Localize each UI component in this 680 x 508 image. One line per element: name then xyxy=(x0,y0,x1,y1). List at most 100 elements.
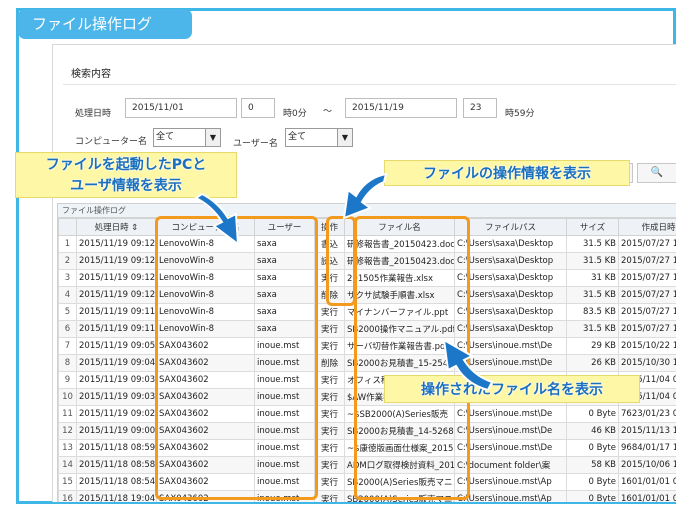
row-index: 6 xyxy=(58,320,77,338)
chevron-down-icon[interactable]: ▼ xyxy=(205,129,220,146)
cell-computer: SAX043602 xyxy=(156,371,255,389)
table-row[interactable]: 3 2015/11/19 09:12 LenovoWin-8 saxa 実行 201505… xyxy=(58,269,676,287)
cell-created: 2015/07/27 1 xyxy=(618,303,676,321)
table-row[interactable]: 4 2015/11/19 09:12 LenovoWin-8 saxa 削除 サクサ試験手… xyxy=(58,286,676,304)
start-hour-input[interactable]: 0 xyxy=(241,98,275,118)
cell-operation: 実行 xyxy=(314,422,345,440)
log-table: 処理日時 ⇕ コンピューター名 ユーザー 操作 ファイル名 ファイルパス サイズ… xyxy=(58,218,676,502)
cell-size: 31.5 KB xyxy=(566,252,619,270)
cell-computer: SAX043602 xyxy=(156,337,255,355)
table-row[interactable]: 15 2015/11/18 08:54 SAX043602 inoue.mst 実行 SB… xyxy=(58,473,676,491)
range-separator: ～ xyxy=(323,107,333,117)
table-row[interactable]: 16 2015/11/18 19:04 SAX043602 inoue.mst 実行 SB… xyxy=(58,490,676,502)
cell-filepath: C:\Users\inoue.mst\De xyxy=(454,405,567,423)
table-row[interactable]: 13 2015/11/18 08:59 SAX043602 inoue.mst 実行 ~$… xyxy=(58,439,676,457)
col-header-filepath[interactable]: ファイルパス xyxy=(454,218,567,236)
cell-created: 2015/10/22 1 xyxy=(618,337,676,355)
cell-created: 1601/01/01 0 xyxy=(618,490,676,502)
col-header-datetime[interactable]: 処理日時 ⇕ xyxy=(76,218,157,236)
cell-operation: 実行 xyxy=(314,371,345,389)
computer-select[interactable]: 全て ▼ xyxy=(153,128,221,147)
cell-datetime: 2015/11/19 09:12 xyxy=(76,252,157,270)
row-index: 1 xyxy=(58,235,77,253)
col-header-size[interactable]: サイズ xyxy=(566,218,619,236)
cell-filepath: C:\Users\inoue.mst\De xyxy=(454,439,567,457)
end-hour-input[interactable]: 23 xyxy=(463,98,497,118)
cell-computer: LenovoWin-8 xyxy=(156,286,255,304)
cell-filename: 研修報告書_20150423.doc xyxy=(344,235,455,253)
cell-size: 83.5 KB xyxy=(566,303,619,321)
cell-filename: ~$SB2000(A)Series販売 xyxy=(344,405,455,423)
user-select[interactable]: 全て ▼ xyxy=(285,128,353,147)
cell-user: saxa xyxy=(254,235,315,253)
cell-filepath: C:\Users\inoue.mst\Ap xyxy=(454,490,567,502)
cell-datetime: 2015/11/18 08:58 xyxy=(76,456,157,474)
start-date-input[interactable]: 2015/11/01 xyxy=(125,98,237,118)
cell-operation: 実行 xyxy=(314,388,345,406)
datetime-label: 処理日時 xyxy=(75,109,112,119)
cell-filename: サクサ試験手順書.xlsx xyxy=(344,286,455,304)
cell-computer: SAX043602 xyxy=(156,490,255,502)
cell-computer: LenovoWin-8 xyxy=(156,269,255,287)
cell-created: 2015/07/27 1 xyxy=(618,235,676,253)
row-index: 12 xyxy=(58,422,77,440)
row-index: 5 xyxy=(58,303,77,321)
cell-created: 9684/01/17 1 xyxy=(618,439,676,457)
cell-datetime: 2015/11/19 09:12 xyxy=(76,286,157,304)
cell-filepath: C:\Users\saxa\Desktop xyxy=(454,303,567,321)
cell-datetime: 2015/11/18 19:04 xyxy=(76,490,157,502)
search-icon: 🔍 xyxy=(650,167,664,178)
cell-user: inoue.mst xyxy=(254,422,315,440)
table-row[interactable]: 5 2015/11/19 09:11 LenovoWin-8 saxa 実行 マイナンバー… xyxy=(58,303,676,321)
cell-operation: 実行 xyxy=(314,439,345,457)
table-row[interactable]: 6 2015/11/19 09:11 LenovoWin-8 saxa 実行 SB2000… xyxy=(58,320,676,338)
cell-user: inoue.mst xyxy=(254,388,315,406)
cell-filename: SB2000(A)Series販売マニュア xyxy=(344,490,455,502)
cell-computer: SAX043602 xyxy=(156,405,255,423)
cell-created: 7623/01/23 0 xyxy=(618,405,676,423)
cell-created: 2015/07/27 1 xyxy=(618,269,676,287)
table-row[interactable]: 2 2015/11/19 09:12 LenovoWin-8 saxa 読込 研修報告書_… xyxy=(58,252,676,270)
chevron-down-icon[interactable]: ▼ xyxy=(337,129,352,146)
cell-datetime: 2015/11/19 09:03 xyxy=(76,388,157,406)
cell-datetime: 2015/11/19 09:03 xyxy=(76,371,157,389)
arrow-operation-icon xyxy=(342,172,388,220)
table-row[interactable]: 1 2015/11/19 09:12 LenovoWin-8 saxa 書込 研修報告書_… xyxy=(58,235,676,253)
cell-user: saxa xyxy=(254,286,315,304)
end-hour-suffix: 時59分 xyxy=(505,109,535,119)
cell-datetime: 2015/11/19 09:05 xyxy=(76,337,157,355)
log-grid-panel: ファイル操作ログ 処理日時 ⇕ コンピューター名 ユーザー 操作 ファイル名 フ… xyxy=(57,203,676,502)
col-header-user[interactable]: ユーザー xyxy=(254,218,315,236)
table-row[interactable]: 12 2015/11/19 09:00 SAX043602 inoue.mst 実行 SB… xyxy=(58,422,676,440)
cell-user: saxa xyxy=(254,303,315,321)
cell-computer: SAX043602 xyxy=(156,473,255,491)
cell-operation: 実行 xyxy=(314,269,345,287)
table-row[interactable]: 7 2015/11/19 09:05 SAX043602 inoue.mst 実行 サーバ… xyxy=(58,337,676,355)
cell-filename: マイナンバーファイル.ppt xyxy=(344,303,455,321)
computer-select-value: 全て xyxy=(156,132,175,142)
cell-user: inoue.mst xyxy=(254,439,315,457)
cell-size: 0 Byte xyxy=(566,405,619,423)
cell-operation: 実行 xyxy=(314,320,345,338)
cell-filepath: C:\Users\saxa\Desktop xyxy=(454,286,567,304)
cell-computer: SAX043602 xyxy=(156,456,255,474)
cell-size: 26 KB xyxy=(566,354,619,372)
row-index: 10 xyxy=(58,388,77,406)
cell-created: 2015/07/27 1 xyxy=(618,252,676,270)
cell-size: 31.5 KB xyxy=(566,286,619,304)
cell-filepath: C:\Users\saxa\Desktop xyxy=(454,235,567,253)
user-select-value: 全て xyxy=(288,132,307,142)
log-table-body: 1 2015/11/19 09:12 LenovoWin-8 saxa 書込 研修報告書_… xyxy=(58,235,676,502)
table-row[interactable]: 14 2015/11/18 08:58 SAX043602 inoue.mst 実行 AD… xyxy=(58,456,676,474)
cell-filepath: C:\document folder\案 xyxy=(454,456,567,474)
col-header-created[interactable]: 作成日時 xyxy=(618,218,676,236)
search-button[interactable]: 🔍 xyxy=(637,163,676,183)
end-date-input[interactable]: 2015/11/19 xyxy=(345,98,457,118)
start-hour-suffix: 時0分 xyxy=(283,109,307,119)
table-row[interactable]: 11 2015/11/19 09:02 SAX043602 inoue.mst 実行 ~$… xyxy=(58,405,676,423)
cell-filename: SB2000お見積書_14-526841 xyxy=(344,422,455,440)
table-row[interactable]: 8 2015/11/19 09:04 SAX043602 inoue.mst 削除 SB2… xyxy=(58,354,676,372)
row-index: 2 xyxy=(58,252,77,270)
cell-user: inoue.mst xyxy=(254,371,315,389)
arrow-filename-icon xyxy=(442,338,494,390)
